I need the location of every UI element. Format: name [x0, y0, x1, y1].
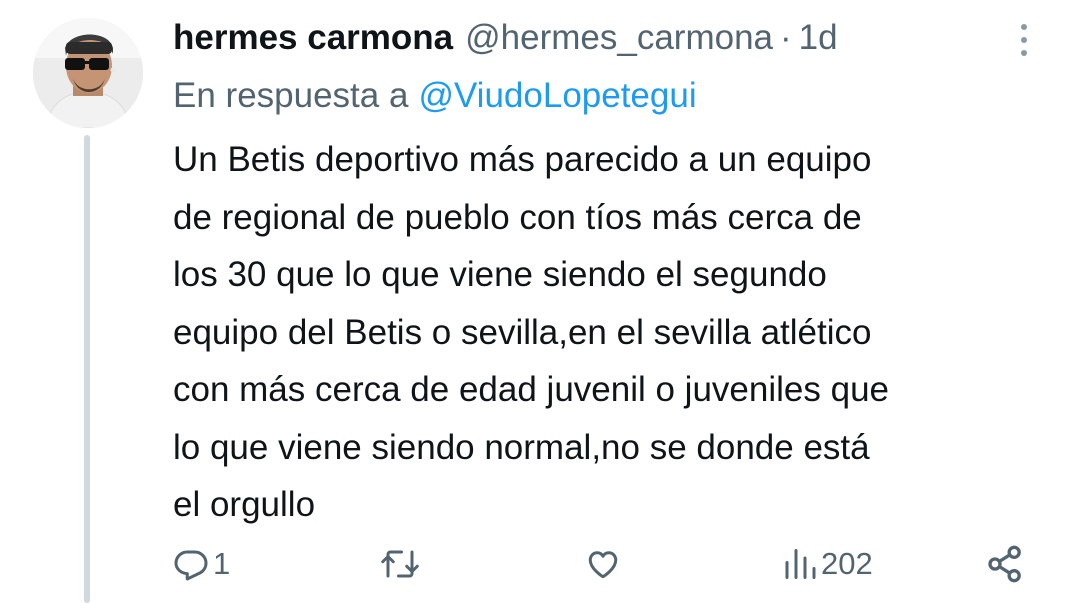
- retweet-button[interactable]: [380, 542, 420, 586]
- tweet-text-line: Un Betis deportivo más parecido a un equ…: [173, 140, 872, 179]
- tweet-text-line: lo que viene siendo normal,no se donde e…: [173, 427, 870, 467]
- more-dot-icon: [1021, 24, 1027, 30]
- avatar[interactable]: [33, 18, 143, 128]
- reply-count: 1: [213, 546, 231, 581]
- tweet-header: hermes carmona @hermes_carmona · 1d: [173, 12, 838, 64]
- tweet-text-line: de regional de pueblo con tíos más cerca…: [173, 197, 862, 237]
- reply-icon: [174, 550, 208, 581]
- views-button[interactable]: 202: [781, 542, 873, 586]
- reply-button[interactable]: 1: [173, 542, 230, 586]
- thread-connector-line: [84, 135, 90, 603]
- author-handle[interactable]: @hermes_carmona: [465, 18, 773, 58]
- separator-dot: ·: [780, 18, 792, 57]
- tweet-text-line: el orgullo: [173, 485, 316, 524]
- more-options-button[interactable]: [1008, 20, 1040, 60]
- more-dot-icon: [1021, 50, 1027, 56]
- heart-icon: [588, 551, 618, 579]
- reply-to-mention[interactable]: @ViudoLopetegui: [418, 76, 696, 116]
- author-name[interactable]: hermes carmona: [173, 18, 453, 58]
- tweet-text-line: equipo del Betis o sevilla,en el sevilla…: [173, 312, 872, 352]
- views-icon: [785, 549, 816, 579]
- share-button[interactable]: [985, 542, 1025, 586]
- action-bar: 1 202: [0, 536, 1080, 592]
- retweet-icon: [381, 550, 419, 578]
- share-icon: [988, 545, 1021, 583]
- reply-context: En respuesta a @ViudoLopetegui: [173, 72, 697, 120]
- views-count: 202: [821, 546, 873, 581]
- timestamp[interactable]: 1d: [799, 18, 838, 58]
- like-button[interactable]: [584, 542, 622, 586]
- more-dot-icon: [1021, 37, 1027, 43]
- avatar-image: [33, 18, 143, 128]
- tweet-text-line: con más cerca de edad juvenil o juvenile…: [173, 370, 889, 409]
- reply-prefix: En respuesta a: [173, 76, 409, 115]
- tweet-text-line: los 30 que lo que viene siendo el segund…: [173, 255, 827, 294]
- tweet-text: Un Betis deportivo más parecido a un equ…: [173, 131, 1053, 534]
